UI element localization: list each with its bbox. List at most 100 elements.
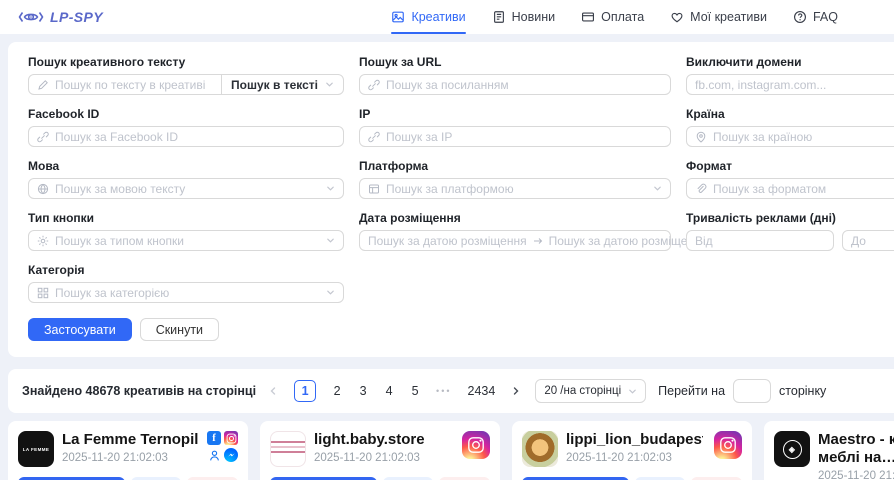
goto-label: Перейти на: [658, 384, 725, 398]
card-title: Maestro - кухні, меблі на замовлення в У…: [818, 431, 894, 467]
grid-icon: [37, 287, 49, 299]
page-1[interactable]: 1: [294, 380, 316, 402]
ip-input[interactable]: [386, 130, 662, 144]
arrow-right-icon: [533, 236, 543, 246]
nav-label: Новини: [512, 10, 556, 24]
country-input-wrap: [686, 126, 894, 147]
page-3[interactable]: 3: [358, 384, 368, 398]
format-input-wrap: [686, 178, 894, 199]
filter-language: Мова Пошук за мовою тексту: [28, 159, 344, 199]
filter-exclude-domains: Виключити домени: [686, 55, 894, 95]
nav-label: Мої креативи: [690, 10, 767, 24]
filter-button-type: Тип кнопки Пошук за типом кнопки: [28, 211, 344, 251]
page-4[interactable]: 4: [384, 384, 394, 398]
nav-tab-news[interactable]: Новини: [492, 0, 556, 34]
messenger-icon: [224, 448, 238, 462]
main-nav: Креативи Новини Оплата Мої креативи FAQ: [391, 0, 838, 34]
creative-card[interactable]: Maestro - кухні, меблі на замовлення в У…: [764, 421, 894, 480]
language-select[interactable]: Пошук за мовою тексту: [28, 178, 344, 199]
url-input[interactable]: [386, 78, 662, 92]
filter-ip: IP: [359, 107, 671, 147]
page: LP-SPY Креативи Новини Оплата Мої креати…: [0, 0, 894, 480]
nav-label: FAQ: [813, 10, 838, 24]
field-label: Тип кнопки: [28, 211, 344, 225]
goto-page: Перейти на сторінку: [658, 379, 826, 403]
cards-row: LA FEMME La Femme Ternopil 2025-11-20 21…: [8, 421, 894, 480]
date-to-placeholder: Пошук за датою розміщення: [549, 234, 708, 248]
apply-button[interactable]: Застосувати: [28, 318, 132, 341]
creative-card[interactable]: LA FEMME La Femme Ternopil 2025-11-20 21…: [8, 421, 248, 480]
card-date: 2025-11-20 21:02:03: [314, 452, 451, 464]
facebook-id-input[interactable]: [55, 130, 335, 144]
results-summary: Знайдено 48678 креативів на сторінці: [22, 384, 256, 398]
nav-tab-creatives[interactable]: Креативи: [391, 0, 465, 34]
button-type-select[interactable]: Пошук за типом кнопки: [28, 230, 344, 251]
facebook-id-input-wrap: [28, 126, 344, 147]
field-label: Формат: [686, 159, 894, 173]
platform-icon: [368, 183, 380, 195]
nav-label: Оплата: [601, 10, 644, 24]
filter-placement-date: Дата розміщення Пошук за датою розміщенн…: [359, 211, 671, 251]
category-select[interactable]: Пошук за категорією: [28, 282, 344, 303]
card-title: light.baby.store: [314, 431, 451, 449]
brand-name: LP-SPY: [50, 9, 103, 25]
field-label: Facebook ID: [28, 107, 344, 121]
pager: 1 2 3 4 5 ••• 2434: [268, 380, 521, 402]
link-icon: [368, 131, 380, 143]
avatar: [774, 431, 810, 467]
filter-format: Формат: [686, 159, 894, 199]
filter-platform: Платформа Пошук за платформою: [359, 159, 671, 199]
page-5[interactable]: 5: [410, 384, 420, 398]
map-pin-icon: [695, 131, 707, 143]
duration-from-input[interactable]: [695, 234, 825, 248]
date-range-picker[interactable]: Пошук за датою розміщення Пошук за датою…: [359, 230, 671, 251]
pagination-bar: Знайдено 48678 креативів на сторінці 1 2…: [8, 369, 894, 413]
chevron-down-icon: [326, 184, 335, 193]
eye-logo-icon: [18, 9, 44, 25]
chevron-down-icon: [628, 387, 637, 396]
image-icon: [391, 10, 405, 24]
duration-to-input[interactable]: [851, 234, 894, 248]
filter-panel: Пошук креативного тексту Пошук в тексті …: [8, 42, 894, 357]
page-last[interactable]: 2434: [468, 384, 496, 398]
card-date: 2025-11-20 21:02:03: [62, 452, 199, 464]
creative-card[interactable]: lippi_lion_budapest 2025-11-20 21:02:03 …: [512, 421, 752, 480]
exclude-domains-input[interactable]: [695, 78, 894, 92]
url-input-wrap: [359, 74, 671, 95]
chevron-down-icon: [325, 80, 334, 89]
field-label: Платформа: [359, 159, 671, 173]
credit-card-icon: [581, 10, 595, 24]
search-mode-value: Пошук в тексті: [231, 78, 318, 92]
filter-creative-text: Пошук креативного тексту Пошук в тексті: [28, 55, 344, 95]
question-icon: [793, 10, 807, 24]
search-mode-select[interactable]: Пошук в тексті: [221, 74, 344, 95]
card-date: 2025-11-20 21:02:03: [818, 470, 894, 480]
country-input[interactable]: [713, 130, 894, 144]
prev-page-button[interactable]: [268, 386, 278, 396]
filter-url: Пошук за URL: [359, 55, 671, 95]
goto-page-input[interactable]: [733, 379, 771, 403]
nav-tab-my-creatives[interactable]: Мої креативи: [670, 0, 767, 34]
audience-icon: [207, 448, 221, 462]
duration-from-wrap: [686, 230, 834, 251]
nav-tab-faq[interactable]: FAQ: [793, 0, 838, 34]
next-page-button[interactable]: [511, 386, 521, 396]
page-size-select[interactable]: 20 /на сторінці: [535, 379, 646, 403]
nav-tab-payment[interactable]: Оплата: [581, 0, 644, 34]
platform-select[interactable]: Пошук за платформою: [359, 178, 671, 199]
field-label: Тривалість реклами (дні): [686, 211, 894, 225]
select-placeholder: Пошук за категорією: [55, 286, 320, 300]
card-socials: f: [207, 431, 238, 462]
field-label: Країна: [686, 107, 894, 121]
creative-text-input[interactable]: [55, 78, 213, 92]
page-2[interactable]: 2: [332, 384, 342, 398]
goto-suffix: сторінку: [779, 384, 826, 398]
card-title: La Femme Ternopil: [62, 431, 199, 449]
facebook-icon: f: [207, 431, 221, 445]
brand-logo[interactable]: LP-SPY: [18, 9, 103, 25]
reset-button[interactable]: Скинути: [140, 318, 219, 341]
exclude-domains-input-wrap: [686, 74, 894, 95]
format-input[interactable]: [713, 182, 894, 196]
creative-card[interactable]: light.baby.store 2025-11-20 21:02:03 3 d…: [260, 421, 500, 480]
avatar: LA FEMME: [18, 431, 54, 467]
